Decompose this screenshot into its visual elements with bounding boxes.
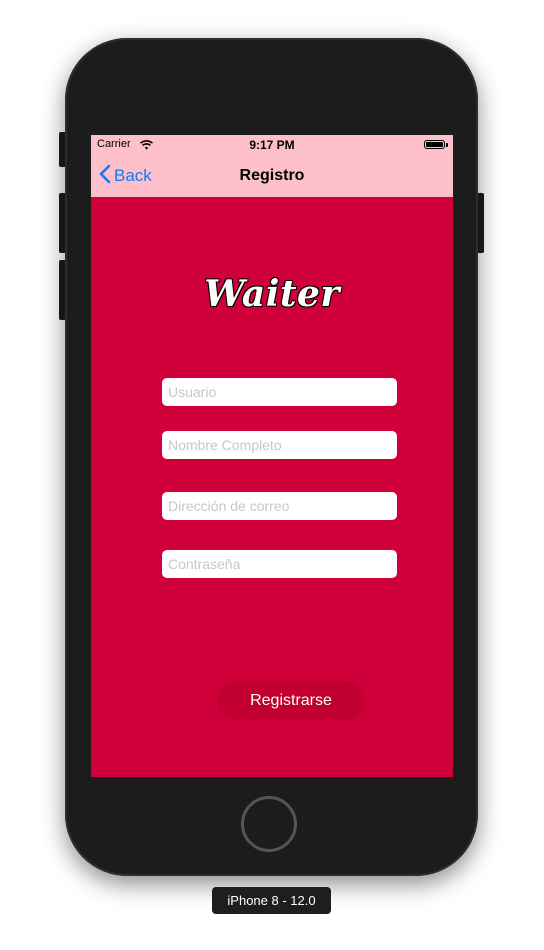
email-input[interactable]	[162, 492, 397, 520]
power-button[interactable]	[477, 193, 484, 253]
page-title: Registro	[239, 167, 305, 184]
app-logo: Waiter	[204, 273, 340, 315]
status-time: 9:17 PM	[249, 138, 295, 152]
navigation-bar: Back Registro	[91, 155, 453, 197]
password-input[interactable]	[162, 550, 397, 578]
battery-tip	[446, 143, 448, 147]
device-label: iPhone 8 - 12.0	[212, 887, 331, 914]
fullname-input[interactable]	[162, 431, 397, 459]
status-bar: Carrier 9:17 PM	[91, 135, 453, 155]
register-button[interactable]: Registrarse	[217, 681, 365, 720]
home-button[interactable]	[241, 796, 297, 852]
username-input[interactable]	[162, 378, 397, 406]
battery-icon	[424, 140, 445, 149]
app-screen: Carrier 9:17 PM Back Registro Waiter Reg…	[91, 135, 453, 777]
